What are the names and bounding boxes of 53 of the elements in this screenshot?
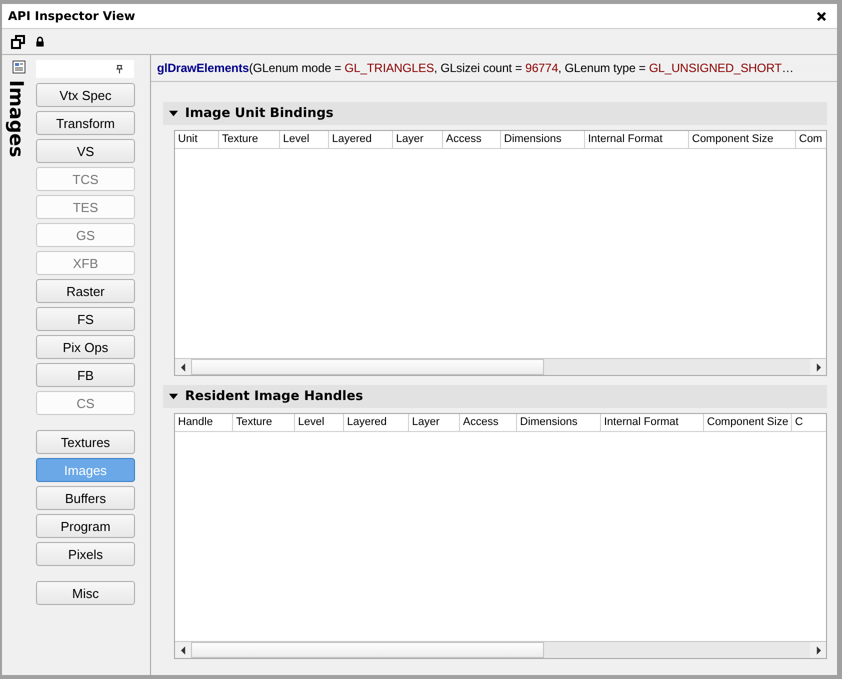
column-header[interactable]: Level [280, 131, 329, 148]
column-header[interactable]: Access [460, 414, 517, 431]
sidebar-button[interactable]: FB [36, 363, 135, 387]
column-header[interactable]: Layer [409, 414, 460, 431]
scroll-right-icon[interactable] [810, 359, 826, 375]
scrollbar-thumb[interactable] [191, 359, 544, 375]
panel-icon[interactable] [12, 60, 26, 74]
column-header[interactable]: Component Size [704, 414, 792, 431]
horizontal-scrollbar[interactable] [175, 358, 826, 375]
lock-icon[interactable] [35, 36, 45, 47]
sidebar-button[interactable]: Vtx Spec [36, 83, 135, 107]
column-header[interactable]: Layered [329, 131, 393, 148]
sidebar-button[interactable]: Pixels [36, 542, 135, 566]
column-header[interactable]: Texture [233, 414, 295, 431]
column-header[interactable]: Internal Format [601, 414, 704, 431]
column-header[interactable]: Handle [175, 414, 233, 431]
section-header[interactable]: Resident Image Handles [163, 385, 827, 408]
sidebar-button[interactable]: Misc [36, 581, 135, 605]
column-header[interactable]: Unit [175, 131, 219, 148]
function-call: glDrawElements(GLenum mode = GL_TRIANGLES, GLsizei count = 96774, GLenum type = GL_UNSIGNED_SHORT… [151, 55, 837, 82]
column-header[interactable]: Level [295, 414, 344, 431]
filter-field[interactable] [36, 60, 134, 78]
column-header[interactable]: Dimensions [501, 131, 585, 148]
pin-icon[interactable] [116, 64, 123, 74]
collapse-arrow-icon[interactable] [169, 109, 178, 118]
column-header[interactable]: Layered [344, 414, 409, 431]
scroll-left-icon[interactable] [175, 642, 191, 658]
windows-icon[interactable] [11, 34, 25, 48]
sidebar-button[interactable]: Buffers [36, 486, 135, 510]
window-title: API Inspector View [8, 9, 136, 23]
horizontal-scrollbar[interactable] [175, 641, 826, 658]
scrollbar-thumb[interactable] [191, 642, 544, 658]
column-header[interactable]: Texture [219, 131, 280, 148]
sidebar-button[interactable]: Raster [36, 279, 135, 303]
sidebar-button[interactable]: Program [36, 514, 135, 538]
scroll-right-icon[interactable] [810, 642, 826, 658]
column-header[interactable]: C [792, 414, 826, 431]
scroll-left-icon[interactable] [175, 359, 191, 375]
column-header[interactable]: Layer [393, 131, 443, 148]
sidebar-button[interactable]: Textures [36, 430, 135, 454]
sidebar-button[interactable]: FS [36, 307, 135, 331]
sidebar-button[interactable]: Transform [36, 111, 135, 135]
column-header[interactable]: Component Size [689, 131, 796, 148]
sidebar-button[interactable]: Pix Ops [36, 335, 135, 359]
column-header[interactable]: Dimensions [517, 414, 601, 431]
collapse-arrow-icon[interactable] [169, 392, 178, 401]
column-header[interactable]: Internal Format [585, 131, 689, 148]
section-label: Images [5, 80, 27, 158]
column-header[interactable]: Com [796, 131, 826, 148]
close-icon[interactable] [816, 10, 827, 22]
sidebar-button[interactable]: VS [36, 139, 135, 163]
column-header[interactable]: Access [443, 131, 501, 148]
section-header[interactable]: Image Unit Bindings [163, 102, 827, 125]
